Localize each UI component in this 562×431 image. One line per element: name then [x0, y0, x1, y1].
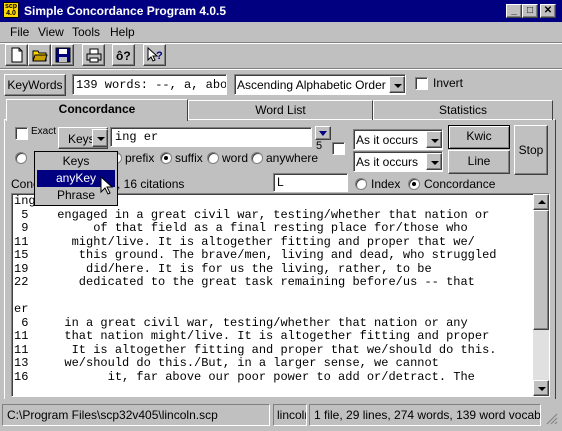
keywords-button[interactable]: KeyWords	[4, 74, 66, 96]
menu-view[interactable]: View	[38, 25, 64, 39]
context-help-button[interactable]: ?	[143, 44, 166, 66]
radio-word[interactable]	[207, 152, 219, 164]
search-dropdown-button[interactable]	[315, 126, 331, 140]
radio-unknown[interactable]	[15, 152, 27, 164]
status-path: C:\Program Files\scp32v405\lincoln.scp	[2, 404, 270, 426]
search-input[interactable]: ing er	[110, 127, 312, 147]
radio-index[interactable]	[355, 178, 367, 190]
svg-text:?: ?	[156, 50, 163, 62]
status-name: lincoln	[273, 404, 307, 426]
status-stats: 1 file, 29 lines, 274 words, 139 word vo…	[309, 404, 541, 426]
concordance-line: 11 that nation might/live. It is altoget…	[14, 329, 490, 343]
radio-anywhere[interactable]	[251, 152, 263, 164]
concordance-line: 15 this ground. The brave/men, living an…	[14, 248, 497, 262]
invert-checkbox[interactable]	[415, 77, 428, 90]
sort2-select[interactable]: As it occurs	[353, 151, 443, 172]
new-file-icon	[11, 47, 23, 63]
open-file-button[interactable]	[28, 44, 51, 66]
keys-button[interactable]: Keys	[58, 127, 108, 149]
concordance-line: 13 we/should do this./But, in a larger s…	[14, 356, 439, 370]
line-button[interactable]: Line	[448, 150, 510, 174]
scroll-up-button[interactable]	[533, 194, 549, 210]
concordance-line: 22 dedicated to the great task remaining…	[14, 275, 475, 289]
concordance-output[interactable]: ing 5 engaged in a great civil war, test…	[11, 193, 550, 397]
results-count: , 16 citations	[117, 177, 185, 191]
label-suffix: suffix	[175, 151, 203, 165]
invert-label: Invert	[433, 76, 464, 90]
maximize-button[interactable]: □	[522, 4, 538, 18]
radio-concordance[interactable]	[408, 178, 420, 190]
vertical-scrollbar[interactable]	[533, 194, 549, 396]
sort-order-value: Ascending Alphabetic Order	[237, 78, 386, 92]
radio-suffix[interactable]	[160, 152, 172, 164]
chevron-down-icon[interactable]	[426, 131, 442, 148]
close-button[interactable]: ✕	[540, 4, 556, 18]
save-button[interactable]	[51, 44, 74, 66]
dropdown-item-keys[interactable]: Keys	[37, 153, 115, 170]
concordance-line: er	[14, 302, 29, 316]
chevron-down-icon	[319, 131, 327, 136]
concordance-line: 9 of that field as a final resting place…	[14, 221, 468, 235]
stop-button[interactable]: Stop	[514, 125, 548, 175]
sort1-select[interactable]: As it occurs	[353, 129, 443, 150]
new-file-button[interactable]	[5, 44, 28, 66]
concordance-line: 6 in a great civil war, testing/whether …	[14, 315, 468, 330]
menu-file[interactable]: File	[10, 25, 29, 39]
mouse-cursor-icon	[100, 176, 114, 195]
kwic-button[interactable]: Kwic	[448, 125, 510, 149]
sort2-value: As it occurs	[356, 155, 419, 169]
concordance-line: ing	[14, 194, 36, 208]
menu-bar: File View Tools Help	[0, 22, 562, 42]
printer-icon	[86, 48, 102, 63]
chevron-down-icon[interactable]	[389, 76, 405, 93]
arrow-up-icon	[538, 200, 546, 204]
svg-text:ô?: ô?	[116, 49, 131, 63]
concordance-line: 19 did/here. It is for us the living, ra…	[14, 261, 432, 276]
label-concordance: Concordance	[424, 177, 496, 191]
sort-order-select[interactable]: Ascending Alphabetic Order	[234, 74, 406, 95]
menu-tools[interactable]: Tools	[72, 25, 100, 39]
about-question-icon: ô?	[116, 49, 131, 63]
concordance-line: 16 it, far above our poor power to add o…	[14, 369, 475, 384]
label-word: word	[222, 151, 249, 165]
menu-help[interactable]: Help	[110, 25, 135, 39]
app-icon[interactable]: scp 4.0	[3, 2, 19, 18]
exact-label: Exact	[31, 126, 57, 137]
help-pointer-icon: ?	[147, 47, 163, 62]
floppy-disk-icon	[55, 47, 71, 63]
concordance-line: 11 might/live. It is altogether fitting …	[14, 234, 475, 249]
tab-statistics[interactable]: Statistics	[373, 100, 553, 120]
concordance-line: 5 engaged in a great civil war, testing/…	[14, 207, 490, 222]
minimize-button[interactable]: _	[506, 4, 522, 18]
title-bar[interactable]: scp 4.0 Simple Concordance Program 4.0.5…	[0, 0, 562, 22]
about-button[interactable]: ô?	[112, 44, 135, 66]
option-checkbox[interactable]	[332, 142, 345, 155]
open-folder-icon	[32, 50, 48, 62]
chevron-down-icon[interactable]	[92, 129, 108, 147]
label-index: Index	[371, 177, 401, 191]
keys-button-label: Keys	[68, 132, 95, 146]
sort1-value: As it occurs	[356, 133, 419, 147]
tab-concordance[interactable]: Concordance	[6, 99, 188, 121]
keywords-field[interactable]: 139 words: --, a, abo	[72, 74, 227, 95]
tab-word-list[interactable]: Word List	[188, 100, 373, 120]
window-title: Simple Concordance Program 4.0.5	[24, 4, 227, 18]
scroll-down-button[interactable]	[533, 380, 549, 396]
concordance-line: 11 It is altogether fitting and proper t…	[14, 342, 497, 357]
label-anywhere: anywhere	[266, 151, 319, 165]
scroll-thumb[interactable]	[533, 210, 549, 330]
print-button[interactable]	[82, 44, 105, 66]
exact-checkbox[interactable]	[15, 127, 28, 140]
arrow-down-icon	[538, 387, 546, 391]
chevron-down-icon[interactable]	[426, 153, 442, 170]
filter-input[interactable]: L	[273, 173, 348, 192]
label-prefix: prefix	[125, 151, 155, 165]
resize-grip-icon[interactable]	[546, 413, 558, 425]
